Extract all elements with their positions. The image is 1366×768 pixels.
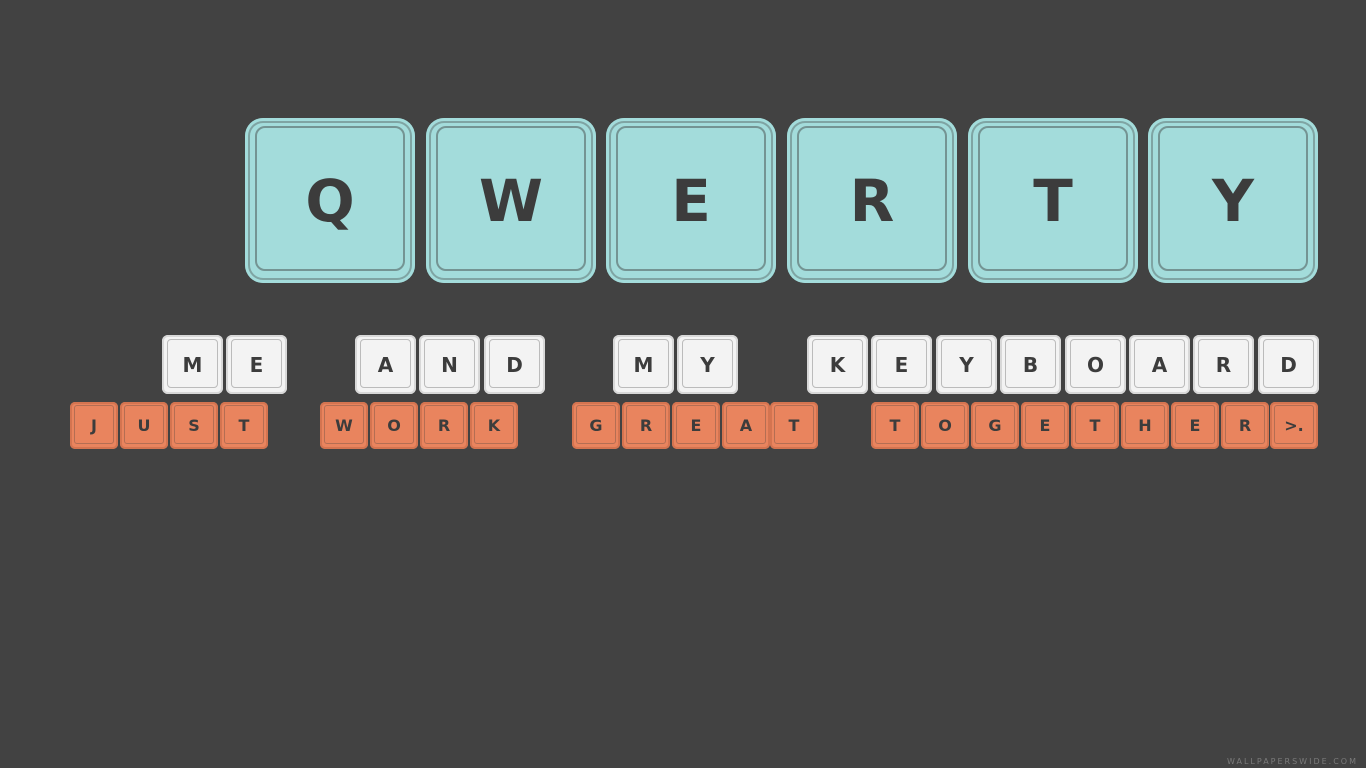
key-line2: H [1121, 402, 1169, 449]
key-label: Y [1212, 166, 1254, 235]
key-line2: T [1071, 402, 1119, 449]
key-line1: D [1258, 335, 1319, 394]
key-line2: T [871, 402, 919, 449]
key-label: B [1022, 352, 1039, 377]
key-line1: M [162, 335, 223, 394]
key-line1: Y [677, 335, 738, 394]
key-line2: W [320, 402, 368, 449]
key-line2: T [220, 402, 268, 449]
key-line2: U [120, 402, 168, 449]
key-label: D [506, 352, 523, 377]
key-label: O [938, 416, 952, 435]
key-line2: G [971, 402, 1019, 449]
key-label: >. [1284, 416, 1304, 435]
key-line2: G [572, 402, 620, 449]
key-line1: A [1129, 335, 1190, 394]
key-line1: R [1193, 335, 1254, 394]
key-label: A [739, 416, 753, 435]
key-line1: Y [936, 335, 997, 394]
key-label: H [1138, 416, 1152, 435]
key-label: K [487, 416, 501, 435]
key-label: T [238, 416, 250, 435]
key-y: Y [1148, 118, 1318, 283]
key-label: Q [305, 166, 355, 235]
key-line2: E [1171, 402, 1219, 449]
key-line1: E [871, 335, 932, 394]
key-label: E [1189, 416, 1201, 435]
key-line1: B [1000, 335, 1061, 394]
key-label: A [377, 352, 394, 377]
key-label: S [188, 416, 200, 435]
key-label: E [894, 352, 909, 377]
key-label: R [437, 416, 451, 435]
key-line2: R [420, 402, 468, 449]
key-label: J [91, 416, 97, 435]
key-label: E [690, 416, 702, 435]
key-line2: O [370, 402, 418, 449]
key-label: T [889, 416, 901, 435]
key-line1: N [419, 335, 480, 394]
key-label: G [589, 416, 603, 435]
key-line1: K [807, 335, 868, 394]
key-label: T [788, 416, 800, 435]
key-label: U [137, 416, 151, 435]
key-label: Y [700, 352, 715, 377]
key-line1: O [1065, 335, 1126, 394]
key-label: R [639, 416, 653, 435]
key-label: T [1089, 416, 1101, 435]
key-line2: >. [1270, 402, 1318, 449]
key-label: D [1280, 352, 1297, 377]
key-line2: E [672, 402, 720, 449]
key-line2: E [1021, 402, 1069, 449]
wallpaper-canvas: Q W E R T Y M E A N D M Y K E Y B O A R … [0, 0, 1366, 768]
key-label: M [182, 352, 203, 377]
key-line1: A [355, 335, 416, 394]
key-line1: D [484, 335, 545, 394]
key-line1: M [613, 335, 674, 394]
key-label: A [1151, 352, 1168, 377]
key-label: R [1238, 416, 1252, 435]
key-q: Q [245, 118, 415, 283]
key-line1: E [226, 335, 287, 394]
key-label: Y [959, 352, 974, 377]
key-label: O [387, 416, 401, 435]
key-label: E [249, 352, 264, 377]
key-label: K [829, 352, 846, 377]
key-label: M [633, 352, 654, 377]
key-line2: T [770, 402, 818, 449]
key-label: R [1215, 352, 1232, 377]
key-label: W [479, 166, 543, 235]
key-line2: A [722, 402, 770, 449]
key-w: W [426, 118, 596, 283]
key-line2: J [70, 402, 118, 449]
key-label: O [1086, 352, 1104, 377]
key-label: G [988, 416, 1002, 435]
key-line2: K [470, 402, 518, 449]
key-r: R [787, 118, 957, 283]
key-label: E [671, 166, 711, 235]
key-line2: R [622, 402, 670, 449]
key-line2: R [1221, 402, 1269, 449]
key-label: T [1033, 166, 1073, 235]
key-line2: S [170, 402, 218, 449]
key-line2: O [921, 402, 969, 449]
key-e: E [606, 118, 776, 283]
watermark: WALLPAPERSWIDE.COM [1227, 757, 1358, 766]
key-label: N [441, 352, 458, 377]
key-t: T [968, 118, 1138, 283]
key-label: R [849, 166, 895, 235]
key-label: E [1039, 416, 1051, 435]
key-label: W [335, 416, 353, 435]
